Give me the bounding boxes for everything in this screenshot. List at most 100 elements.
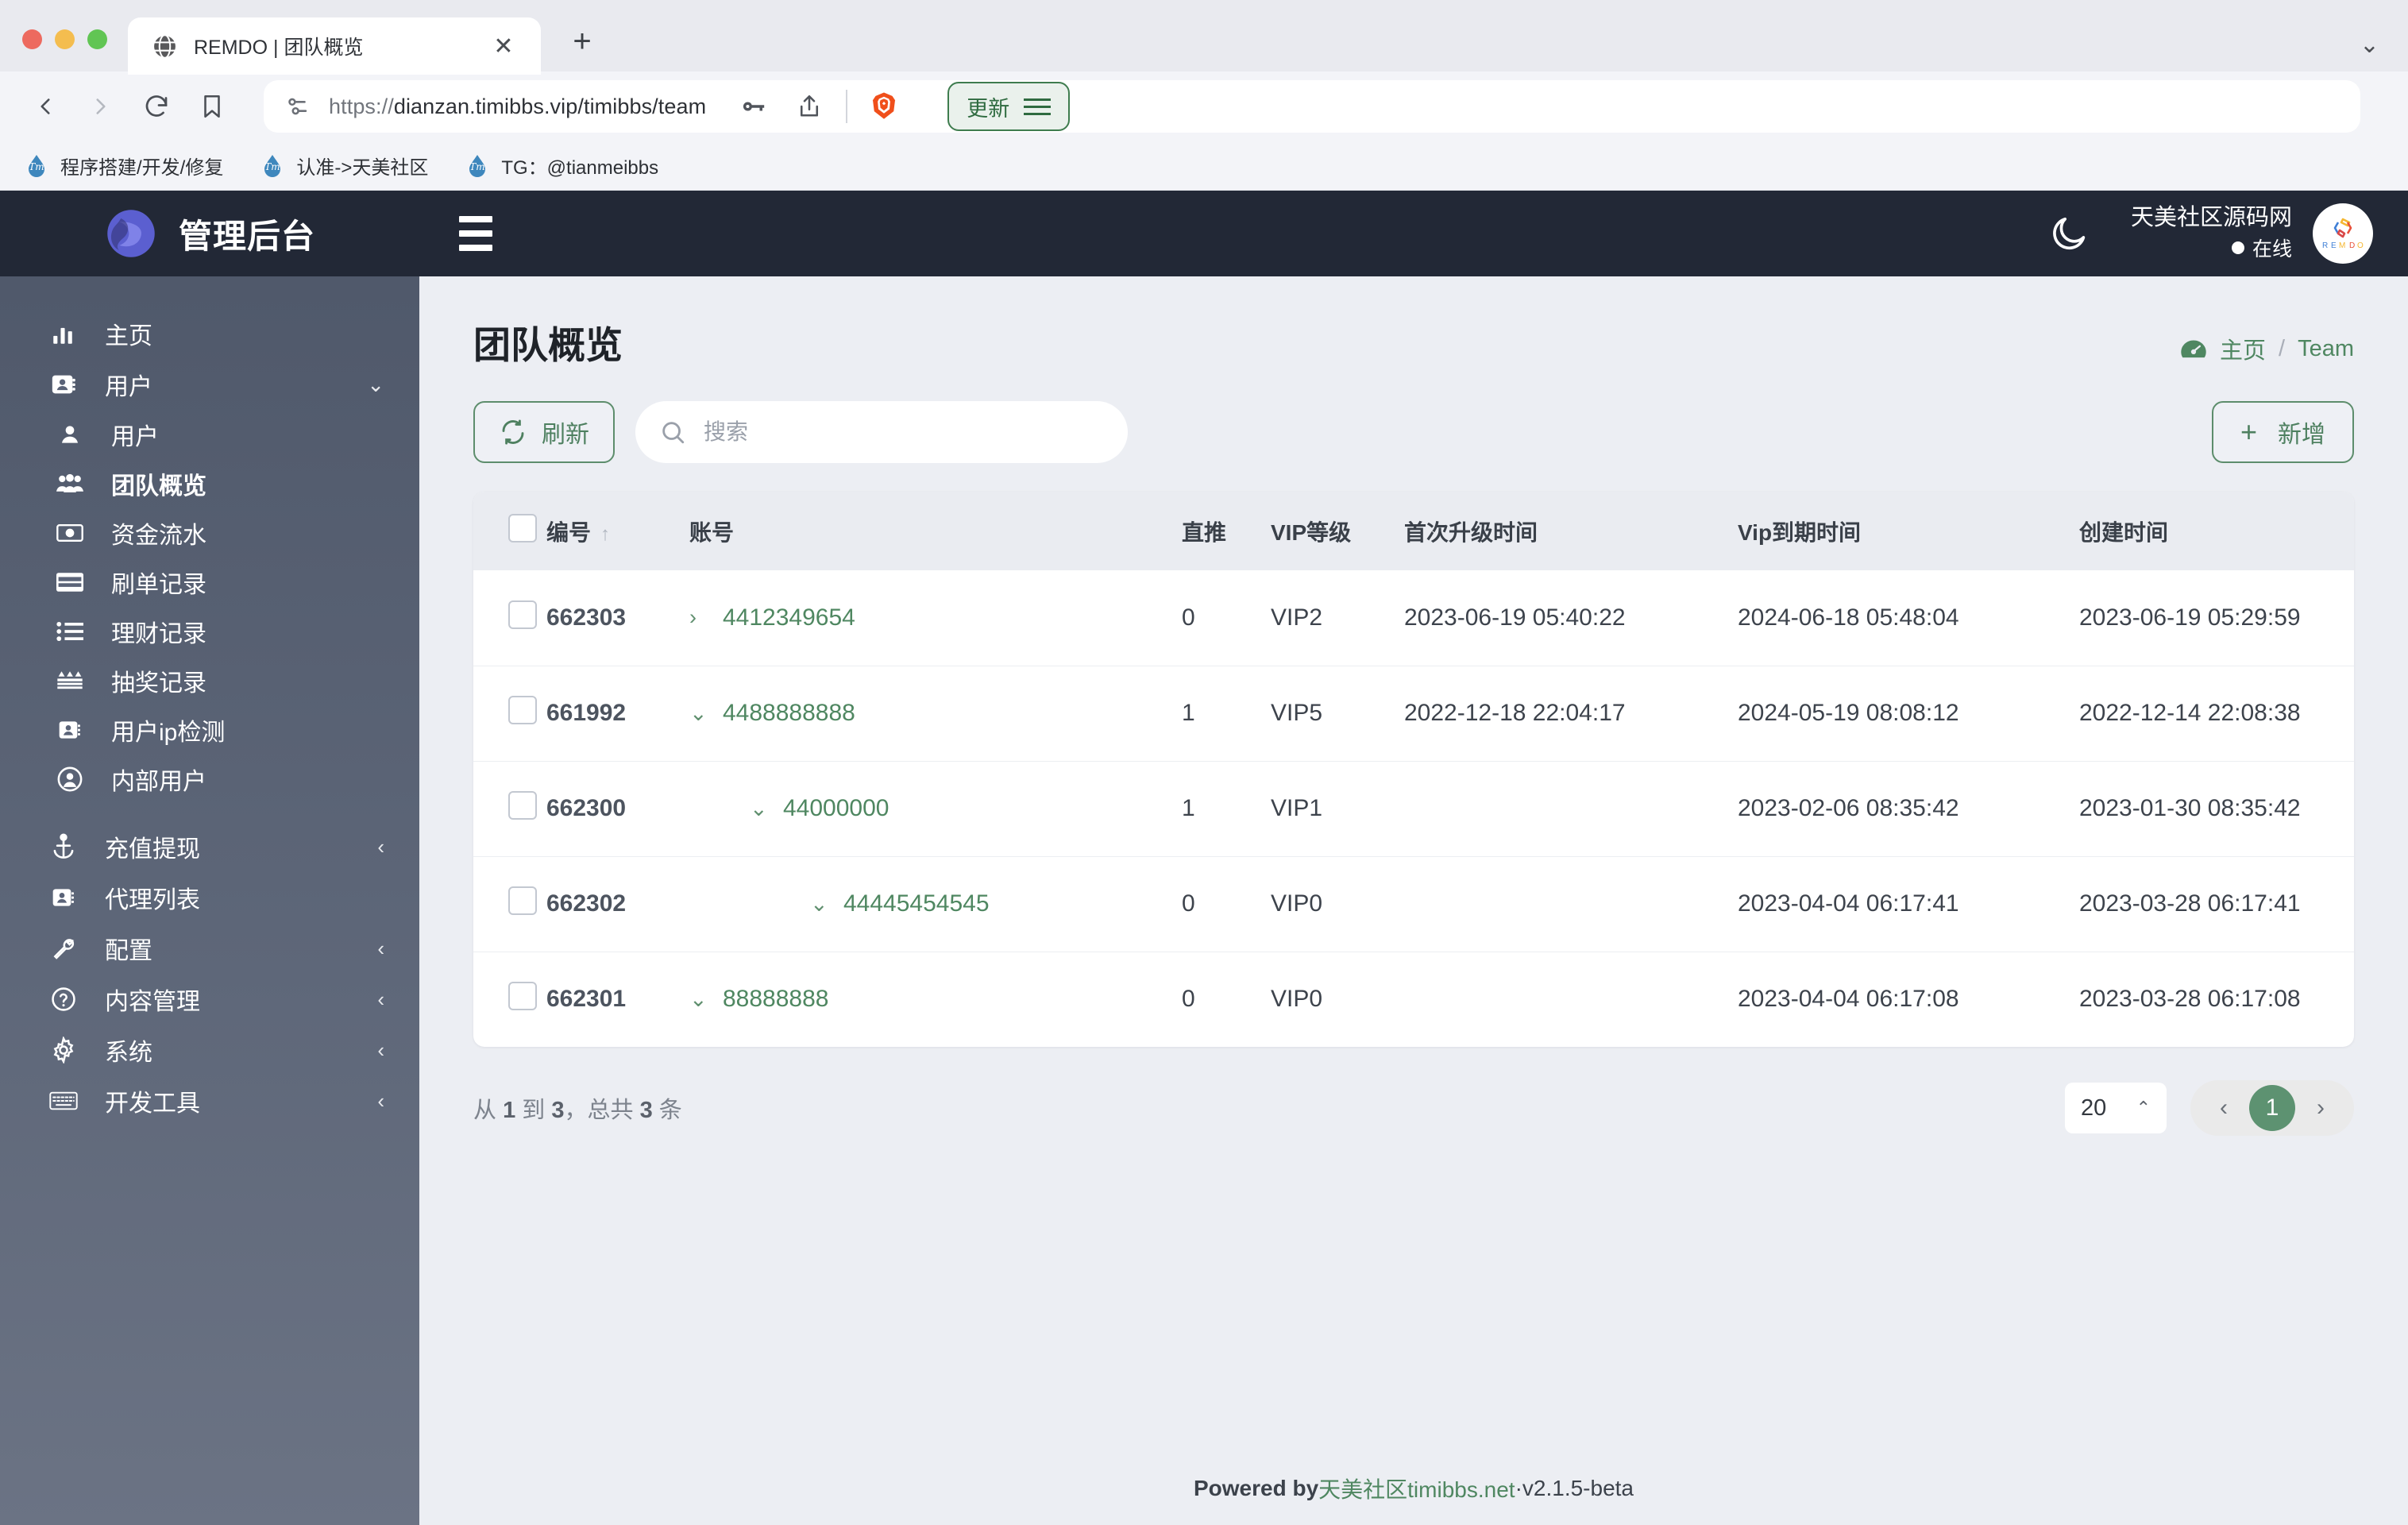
chevron-down-icon[interactable]: ⌄ <box>367 374 384 395</box>
back-button[interactable] <box>17 79 73 134</box>
column-create-time[interactable]: 创建时间 <box>2079 492 2354 570</box>
avatar[interactable]: R E M D O <box>2313 203 2373 264</box>
cell-created: 2023-01-30 08:35:42 <box>2079 760 2354 856</box>
browser-menu-icon[interactable] <box>1024 98 1052 115</box>
browser-tab[interactable]: REMDO | 团队概览 ✕ <box>128 17 541 75</box>
select-all-checkbox[interactable] <box>508 514 537 542</box>
bookmark-item[interactable]: Tm TG：@tianmeibbs <box>465 152 658 180</box>
account-link[interactable]: 4488888888 <box>723 700 855 727</box>
bookmark-item[interactable]: Tm 程序搭建/开发/修复 <box>24 152 223 180</box>
sidebar-item-deposit-withdraw[interactable]: 充值提现 ‹ <box>0 821 419 872</box>
account-link[interactable]: 44000000 <box>783 795 889 822</box>
next-page-button[interactable]: › <box>2298 1086 2343 1130</box>
collapse-chevron-down-icon[interactable]: ⌄ <box>689 701 723 726</box>
breadcrumb-home[interactable]: 主页 <box>2220 332 2266 365</box>
page-number-button[interactable]: 1 <box>2249 1085 2295 1131</box>
maximize-window-button[interactable] <box>87 29 107 49</box>
sidebar-item-system[interactable]: 系统 ‹ <box>0 1025 419 1075</box>
table-row[interactable]: 662303 › 4412349654 0 VIP2 2023-06-19 05 <box>473 570 2354 666</box>
sidebar-item-internal-users[interactable]: 内部用户 <box>0 755 419 804</box>
sidebar-item-config[interactable]: 配置 ‹ <box>0 923 419 974</box>
sidebar-item-order-records[interactable]: 刷单记录 <box>0 558 419 607</box>
pagination-total: 3 <box>639 1098 653 1123</box>
site-settings-icon[interactable] <box>284 93 311 120</box>
footer-link[interactable]: 天美社区timibbs.net <box>1318 1473 1515 1504</box>
search-box[interactable] <box>635 401 1128 463</box>
anchor-icon <box>49 832 78 861</box>
brave-shields-button[interactable] <box>855 80 913 133</box>
sidebar-item-user[interactable]: 用户 <box>0 410 419 459</box>
column-vip-expire-time[interactable]: Vip到期时间 <box>1738 492 2079 570</box>
account-link[interactable]: 88888888 <box>723 986 828 1013</box>
update-button[interactable]: 更新 <box>947 82 1071 131</box>
row-checkbox[interactable] <box>508 600 537 629</box>
url-text: https://dianzan.timibbs.vip/timibbs/team <box>329 95 706 119</box>
collapse-chevron-down-icon[interactable]: ⌄ <box>750 797 783 821</box>
per-page-value: 20 <box>2081 1095 2107 1121</box>
sidebar-item-label: 主页 <box>105 323 152 349</box>
refresh-button[interactable]: 刷新 <box>473 401 615 463</box>
row-checkbox[interactable] <box>508 791 537 820</box>
table-row[interactable]: 661992 ⌄ 4488888888 1 VIP5 2022-12-18 22 <box>473 665 2354 761</box>
pagination-mid: 到 <box>522 1098 546 1123</box>
sidebar-item-user-ip-check[interactable]: 用户ip检测 <box>0 705 419 755</box>
dark-mode-toggle-moon-icon[interactable] <box>2048 213 2090 254</box>
search-icon <box>662 422 685 444</box>
sidebar-item-label: 抽奖记录 <box>111 670 206 697</box>
per-page-select[interactable]: 20 ⌃ <box>2065 1083 2167 1133</box>
table-row[interactable]: 662302 ⌄ 44445454545 0 VIP0 2023-04-04 0… <box>473 855 2354 952</box>
row-checkbox[interactable] <box>508 982 537 1011</box>
table-row[interactable]: 662300 ⌄ 44000000 1 VIP1 2023-02-06 08:3… <box>473 760 2354 856</box>
column-account[interactable]: 账号 <box>689 492 1182 570</box>
sidebar-item-finance-records[interactable]: 理财记录 <box>0 607 419 656</box>
column-id[interactable]: 编号 ↑ <box>546 492 689 570</box>
footer-powered-by: Powered by <box>1193 1476 1319 1500</box>
table-row[interactable]: 662301 ⌄ 88888888 0 VIP0 2023-04-04 06:1… <box>473 951 2354 1047</box>
collapse-chevron-down-icon[interactable]: ⌄ <box>689 987 723 1012</box>
chevron-left-icon[interactable]: ‹ <box>377 938 384 959</box>
previous-page-button[interactable]: ‹ <box>2202 1086 2246 1130</box>
bookmark-item[interactable]: Tm 认准->天美社区 <box>260 152 428 180</box>
expand-chevron-right-icon[interactable]: › <box>689 605 723 630</box>
column-vip-level[interactable]: VIP等级 <box>1271 492 1404 570</box>
remdo-logo-icon <box>2333 218 2352 238</box>
row-select-cell <box>473 855 546 952</box>
account-link[interactable]: 4412349654 <box>723 604 855 631</box>
add-new-button[interactable]: + 新增 <box>2211 401 2354 463</box>
password-manager-button[interactable] <box>724 80 781 133</box>
sidebar-item-lottery-records[interactable]: 抽奖记录 <box>0 656 419 705</box>
chevron-left-icon[interactable]: ‹ <box>377 989 384 1010</box>
sidebar-toggle-button[interactable] <box>459 216 492 251</box>
tab-list-chevron-down-icon[interactable]: ⌄ <box>2360 31 2379 59</box>
sidebar-item-agent-list[interactable]: 代理列表 <box>0 872 419 923</box>
sidebar-item-label: 用户ip检测 <box>111 720 226 746</box>
sidebar-item-fund-flow[interactable]: 资金流水 <box>0 508 419 558</box>
close-window-button[interactable] <box>22 29 42 49</box>
chevron-left-icon[interactable]: ‹ <box>377 1040 384 1060</box>
address-bar[interactable]: https://dianzan.timibbs.vip/timibbs/team <box>264 80 2360 133</box>
minimize-window-button[interactable] <box>55 29 75 49</box>
brand-header[interactable]: 管理后台 <box>0 191 419 276</box>
close-tab-button[interactable]: ✕ <box>488 31 519 61</box>
search-input[interactable] <box>704 401 1104 463</box>
reload-button[interactable] <box>129 79 184 134</box>
sidebar-item-dev-tools[interactable]: 开发工具 ‹ <box>0 1075 419 1126</box>
row-checkbox[interactable] <box>508 886 537 915</box>
account-link[interactable]: 44445454545 <box>843 890 990 917</box>
chevron-left-icon[interactable]: ‹ <box>377 1091 384 1111</box>
share-button[interactable] <box>781 80 838 133</box>
forward-button[interactable] <box>73 79 129 134</box>
collapse-chevron-down-icon[interactable]: ⌄ <box>810 892 843 917</box>
pagination-suffix: 条 <box>658 1098 682 1123</box>
window-controls[interactable] <box>22 29 107 71</box>
sidebar-item-users-group[interactable]: 用户 ⌄ <box>0 359 419 410</box>
chevron-left-icon[interactable]: ‹ <box>377 836 384 857</box>
row-checkbox[interactable] <box>508 696 537 724</box>
sidebar-item-content-management[interactable]: 内容管理 ‹ <box>0 974 419 1025</box>
new-tab-button[interactable]: + <box>560 19 604 64</box>
bookmark-page-button[interactable] <box>184 79 240 134</box>
sidebar-item-home[interactable]: 主页 <box>0 308 419 359</box>
column-direct-referrals[interactable]: 直推 <box>1182 492 1271 570</box>
sidebar-item-team-overview[interactable]: 团队概览 <box>0 459 419 508</box>
column-first-upgrade-time[interactable]: 首次升级时间 <box>1404 492 1738 570</box>
